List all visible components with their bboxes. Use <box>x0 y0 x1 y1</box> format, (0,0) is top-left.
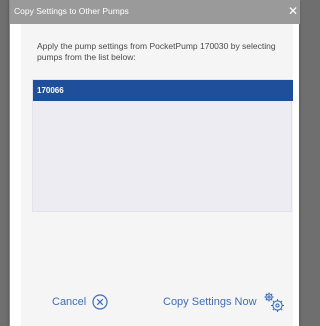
dialog-title: Copy Settings to Other Pumps <box>14 6 129 16</box>
copy-button-label: Copy Settings Now <box>163 296 257 308</box>
pump-list-item[interactable]: 170066 <box>33 80 293 101</box>
pump-list[interactable]: 170066 <box>32 79 293 212</box>
close-icon[interactable]: ✕ <box>288 4 298 18</box>
pump-item-label: 170066 <box>37 86 64 95</box>
cancel-button[interactable]: Cancel <box>52 290 122 314</box>
copy-settings-now-button[interactable]: Copy Settings Now <box>163 288 293 316</box>
gears-icon <box>261 289 287 315</box>
dialog-body: Apply the pump settings from PocketPump … <box>21 24 293 326</box>
copy-settings-dialog: Copy Settings to Other Pumps ✕ Apply the… <box>9 0 300 326</box>
dialog-titlebar: Copy Settings to Other Pumps ✕ <box>10 0 300 24</box>
cancel-button-label: Cancel <box>52 296 87 308</box>
instructions-text: Apply the pump settings from PocketPump … <box>37 41 276 62</box>
circle-x-icon <box>92 294 108 310</box>
